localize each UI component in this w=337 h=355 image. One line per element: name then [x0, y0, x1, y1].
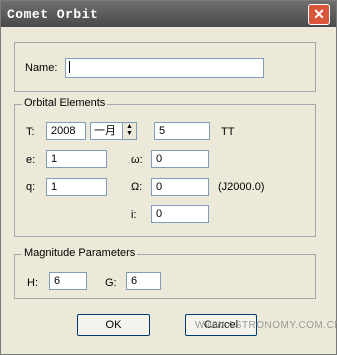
h-value: 6: [54, 275, 61, 287]
g-input[interactable]: 6: [126, 272, 161, 290]
magnitude-title: Magnitude Parameters: [22, 247, 138, 259]
window-title: Comet Orbit: [7, 7, 99, 22]
i-input[interactable]: 0: [151, 205, 209, 223]
title-bar[interactable]: Comet Orbit ✕: [1, 1, 336, 27]
h-input[interactable]: 6: [49, 272, 87, 290]
g-label: G:: [105, 277, 117, 289]
comet-orbit-dialog: Comet Orbit ✕ Name: Orbital Elements T: …: [0, 0, 337, 355]
text-caret: [69, 61, 70, 73]
q-label: q:: [26, 181, 36, 193]
i-label: i:: [131, 209, 137, 221]
orbital-elements-title: Orbital Elements: [22, 97, 108, 109]
year-input[interactable]: 2008: [46, 122, 86, 140]
q-value: 1: [51, 181, 58, 193]
ok-button[interactable]: OK: [77, 314, 150, 336]
e-input[interactable]: 1: [46, 150, 107, 168]
month-spinner[interactable]: 一月 ▲ ▼: [90, 122, 137, 140]
month-spin-arrows[interactable]: ▲ ▼: [122, 123, 136, 139]
g-value: 6: [131, 275, 138, 287]
q-input[interactable]: 1: [46, 178, 107, 196]
year-value: 2008: [51, 125, 76, 137]
spin-down-icon[interactable]: ▼: [126, 130, 133, 137]
omega-small-value: 0: [156, 153, 163, 165]
watermark: WWW.ASTRONOMY.COM.CN: [195, 320, 337, 331]
close-button[interactable]: ✕: [308, 4, 330, 25]
close-icon: ✕: [313, 6, 325, 22]
epoch-label: (J2000.0): [218, 181, 265, 193]
spin-up-icon[interactable]: ▲: [126, 123, 133, 130]
name-label: Name:: [25, 62, 58, 74]
tt-label: TT: [221, 126, 235, 138]
t-label: T:: [26, 126, 35, 138]
omega-cap-label: Ω:: [131, 181, 143, 193]
omega-cap-input[interactable]: 0: [151, 178, 209, 196]
omega-cap-value: 0: [156, 181, 163, 193]
month-value: 一月: [94, 125, 116, 137]
day-value: 5: [159, 125, 166, 137]
e-value: 1: [51, 153, 58, 165]
omega-small-input[interactable]: 0: [151, 150, 209, 168]
name-input[interactable]: [65, 58, 264, 78]
omega-small-label: ω:: [131, 154, 143, 166]
h-label: H:: [27, 277, 38, 289]
e-label: e:: [26, 154, 36, 166]
i-value: 0: [156, 208, 163, 220]
day-input[interactable]: 5: [154, 122, 210, 140]
